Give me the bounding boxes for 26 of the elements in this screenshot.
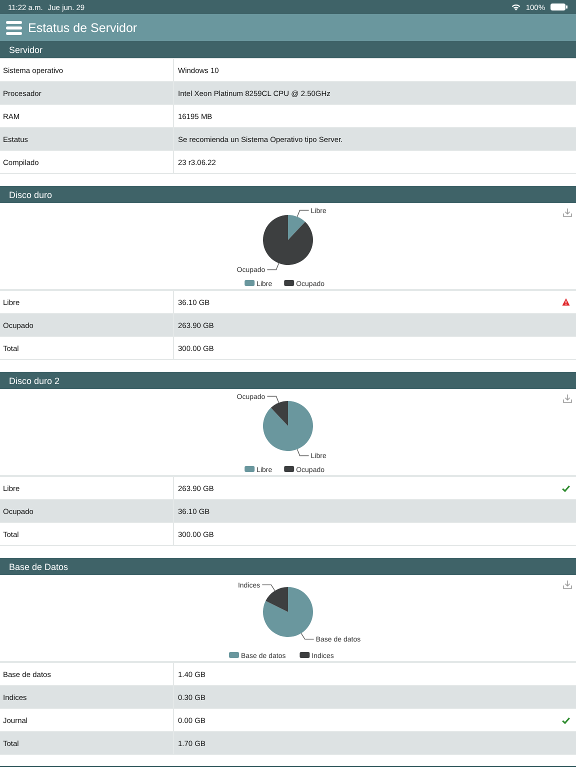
leader-line <box>296 448 310 456</box>
section-header: Disco duro 2 <box>0 372 576 389</box>
download-icon[interactable] <box>563 394 572 403</box>
warning-icon <box>562 298 570 306</box>
legend-swatch <box>244 280 255 286</box>
legend-swatch <box>244 466 255 472</box>
checkmark-icon <box>562 484 570 492</box>
menu-button[interactable] <box>6 20 22 34</box>
battery-icon <box>550 3 568 11</box>
section-header: Base de Datos <box>0 558 576 575</box>
app-title: Estatus de Servidor <box>28 20 138 34</box>
legend-swatch <box>284 466 294 472</box>
section-header: Servidor <box>0 41 576 58</box>
leader-line <box>266 262 280 270</box>
checkmark-icon <box>562 716 570 724</box>
leader-line <box>266 396 280 404</box>
download-icon[interactable] <box>563 208 572 217</box>
leader-line <box>296 210 310 218</box>
legend-swatch <box>300 652 310 658</box>
leader-line <box>262 584 276 592</box>
wifi-icon <box>510 3 521 11</box>
download-icon[interactable] <box>563 580 572 589</box>
section-header: Disco duro <box>0 186 576 203</box>
leader-line <box>300 632 314 640</box>
legend-swatch <box>284 280 294 286</box>
legend-swatch <box>229 652 239 658</box>
